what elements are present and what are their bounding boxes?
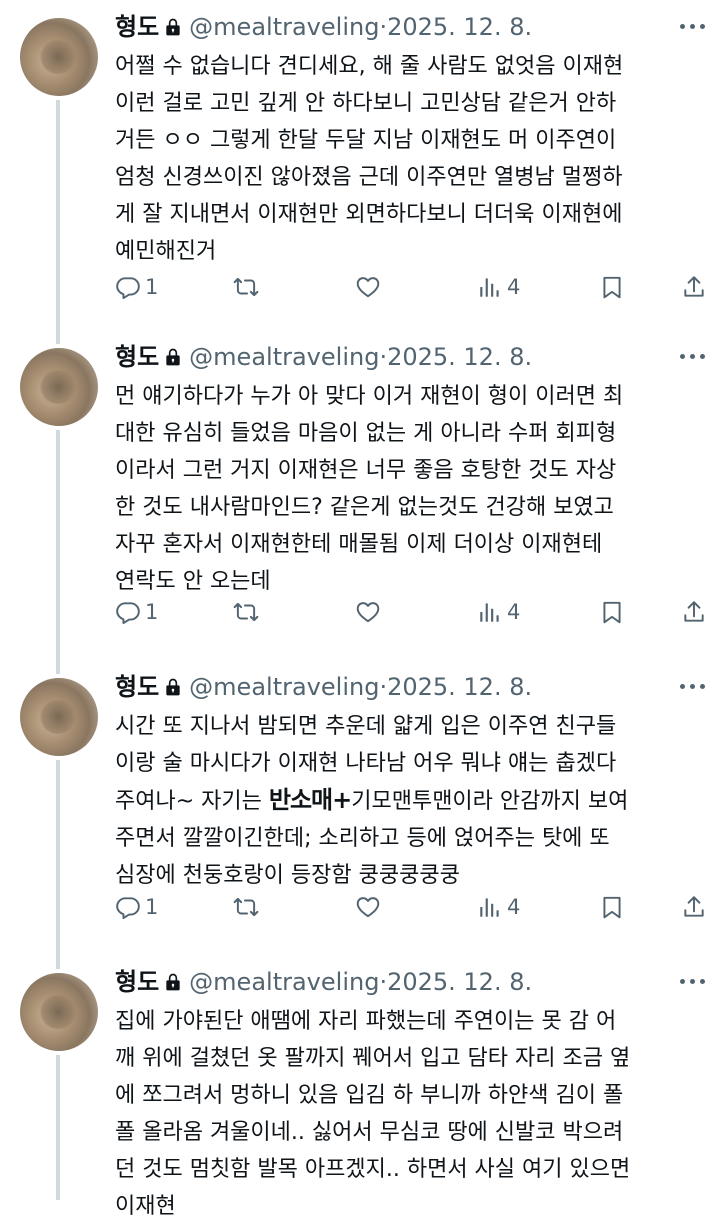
user-handle[interactable]: @mealtraveling [189,343,379,371]
reply-count: 1 [145,895,159,919]
lock-icon [163,676,183,698]
views-count: 4 [507,895,521,919]
views-button[interactable]: 4 [477,597,520,627]
thread-line [56,100,60,330]
bookmark-icon [599,894,625,920]
heart-icon [355,599,381,625]
inline-sticker-text: 반소매+ [268,786,352,814]
thread-line [56,1055,60,1200]
share-button[interactable] [681,597,707,627]
thread-line [56,955,60,969]
more-icon[interactable] [678,977,708,987]
like-button[interactable] [355,892,381,922]
separator: · [379,13,388,41]
display-name[interactable]: 형도 [115,673,159,701]
reply-button[interactable]: 1 [115,892,158,922]
display-name[interactable]: 형도 [115,343,159,371]
heart-icon [355,894,381,920]
views-icon [477,599,503,625]
share-icon [681,274,707,300]
action-bar: 1 4 [115,272,715,302]
more-icon[interactable] [678,22,708,32]
retweet-button[interactable] [233,597,259,627]
reply-button[interactable]: 1 [115,597,158,627]
views-count: 4 [507,275,521,299]
reply-icon [115,274,141,300]
separator: · [379,673,388,701]
tweet-3[interactable]: 형도 @mealtraveling·2025. 12. 8. 시간 또 지나서 밤… [0,660,727,955]
tweet-date[interactable]: 2025. 12. 8. [387,673,532,701]
more-icon[interactable] [678,682,708,692]
like-button[interactable] [355,272,381,302]
share-button[interactable] [681,272,707,302]
thread-line [56,660,60,674]
tweet-1[interactable]: 형도 @mealtraveling·2025. 12. 8. 어쩔 수 없습니다 … [0,0,727,330]
avatar[interactable] [20,973,98,1051]
retweet-icon [233,274,259,300]
bookmark-icon [599,274,625,300]
thread-line [56,330,60,344]
reply-count: 1 [145,600,159,624]
tweet-text: 시간 또 지나서 밤되면 추운데 얇게 입은 이주연 친구들 이랑 술 마시다가… [115,708,710,894]
share-icon [681,599,707,625]
reply-count: 1 [145,275,159,299]
tweet-header: 형도 @mealtraveling·2025. 12. 8. [115,10,532,44]
thread-line [56,430,60,660]
tweet-header: 형도 @mealtraveling·2025. 12. 8. [115,670,532,704]
retweet-icon [233,894,259,920]
user-handle[interactable]: @mealtraveling [189,968,379,996]
separator: · [379,343,388,371]
bookmark-icon [599,599,625,625]
tweet-text: 먼 얘기하다가 누가 아 맞다 이거 재현이 형이 이러면 최 대한 유심히 들… [115,384,624,594]
share-icon [681,894,707,920]
thread-line [56,760,60,955]
lock-icon [163,346,183,368]
views-icon [477,894,503,920]
avatar[interactable] [20,18,98,96]
tweet-4[interactable]: 형도 @mealtraveling·2025. 12. 8. 집에 가야된단 애땜… [0,955,727,1219]
action-bar: 1 4 [115,597,715,627]
reply-button[interactable]: 1 [115,272,158,302]
display-name[interactable]: 형도 [115,13,159,41]
lock-icon [163,16,183,38]
avatar[interactable] [20,678,98,756]
retweet-icon [233,599,259,625]
tweet-2[interactable]: 형도 @mealtraveling·2025. 12. 8. 먼 얘기하다가 누가… [0,330,727,660]
like-button[interactable] [355,597,381,627]
tweet-date[interactable]: 2025. 12. 8. [387,13,532,41]
heart-icon [355,274,381,300]
share-button[interactable] [681,892,707,922]
tweet-date[interactable]: 2025. 12. 8. [387,968,532,996]
tweet-header: 형도 @mealtraveling·2025. 12. 8. [115,965,532,999]
avatar[interactable] [20,348,98,426]
views-button[interactable]: 4 [477,272,520,302]
user-handle[interactable]: @mealtraveling [189,13,379,41]
retweet-button[interactable] [233,272,259,302]
bookmark-button[interactable] [599,597,625,627]
views-button[interactable]: 4 [477,892,520,922]
bookmark-button[interactable] [599,272,625,302]
lock-icon [163,971,183,993]
tweet-text: 집에 가야된단 애땜에 자리 파했는데 주연이는 못 감 어 깨 위에 걸쳤던 … [115,1009,631,1219]
user-handle[interactable]: @mealtraveling [189,673,379,701]
tweet-text: 어쩔 수 없습니다 견디세요, 해 줄 사람도 없엇음 이재현 이런 걸로 고민… [115,54,624,264]
views-icon [477,274,503,300]
separator: · [379,968,388,996]
action-bar: 1 4 [115,892,715,922]
tweet-header: 형도 @mealtraveling·2025. 12. 8. [115,340,532,374]
views-count: 4 [507,600,521,624]
bookmark-button[interactable] [599,892,625,922]
display-name[interactable]: 형도 [115,968,159,996]
reply-icon [115,599,141,625]
tweet-date[interactable]: 2025. 12. 8. [387,343,532,371]
more-icon[interactable] [678,352,708,362]
reply-icon [115,894,141,920]
retweet-button[interactable] [233,892,259,922]
